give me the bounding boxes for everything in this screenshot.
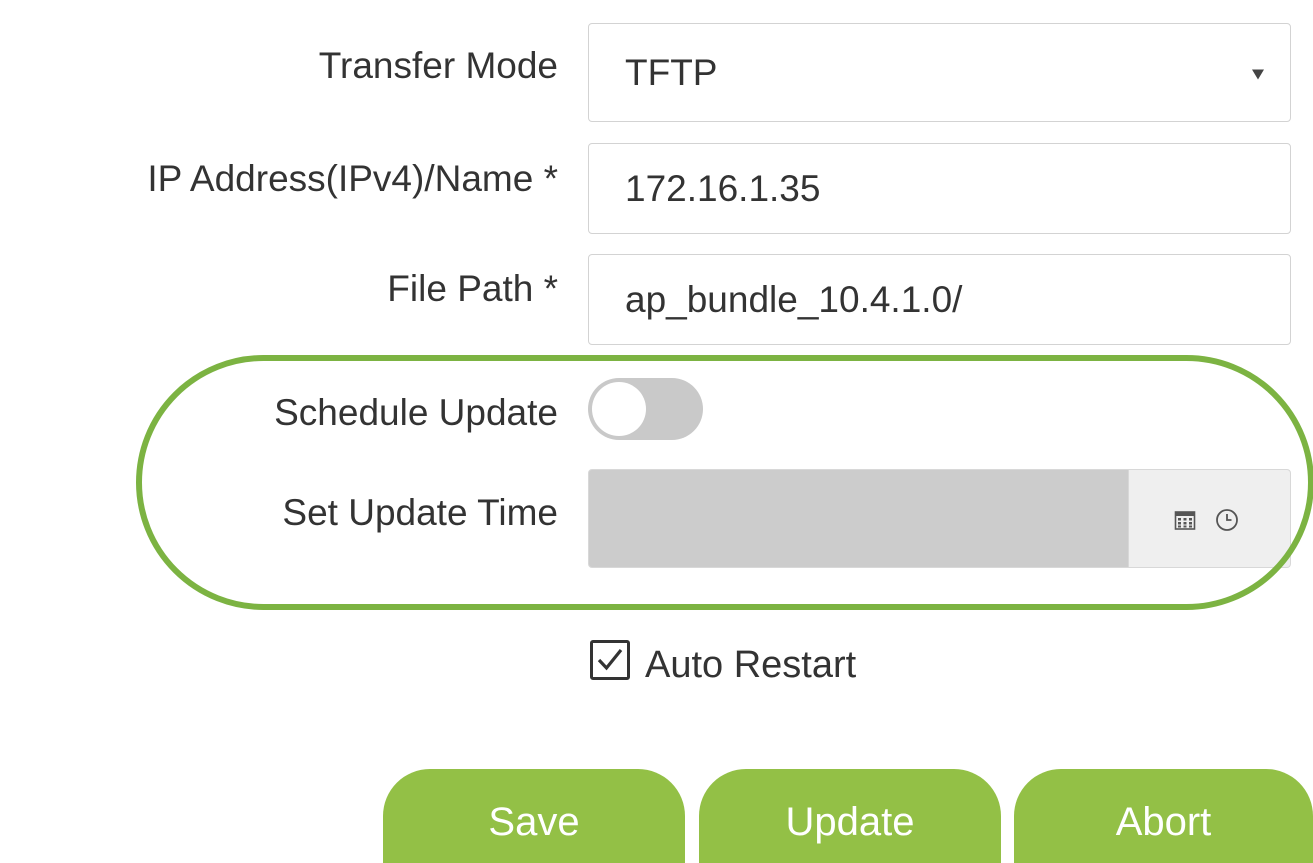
datetime-picker-addon[interactable] (1128, 470, 1290, 567)
save-button-label: Save (488, 799, 580, 844)
schedule-update-label: Schedule Update (274, 392, 558, 433)
upgrade-form: Transfer Mode TFTP IP Address(IPv4)/Name… (0, 0, 1313, 863)
check-icon (597, 648, 623, 671)
update-button-label: Update (785, 799, 915, 844)
clock-icon[interactable] (1215, 508, 1239, 532)
chevron-down-icon (1252, 69, 1264, 79)
update-button[interactable]: Update (699, 769, 1001, 863)
auto-restart-checkbox[interactable] (590, 640, 630, 680)
save-button[interactable]: Save (383, 769, 685, 863)
transfer-mode-label: Transfer Mode (318, 45, 558, 86)
transfer-mode-select[interactable]: TFTP (588, 23, 1291, 122)
auto-restart-label: Auto Restart (645, 644, 857, 686)
update-time-input[interactable] (588, 469, 1291, 568)
file-path-value: ap_bundle_10.4.1.0/ (625, 278, 963, 320)
toggle-knob (592, 382, 646, 436)
schedule-update-toggle[interactable] (588, 378, 703, 440)
set-update-time-label: Set Update Time (282, 492, 558, 533)
transfer-mode-value: TFTP (625, 51, 718, 93)
file-path-label: File Path * (387, 268, 558, 309)
abort-button[interactable]: Abort (1014, 769, 1313, 863)
ip-address-label: IP Address(IPv4)/Name * (147, 158, 558, 199)
ip-address-input[interactable]: 172.16.1.35 (588, 143, 1291, 234)
abort-button-label: Abort (1115, 799, 1212, 844)
file-path-input[interactable]: ap_bundle_10.4.1.0/ (588, 254, 1291, 345)
calendar-icon[interactable] (1174, 509, 1196, 531)
ip-address-value: 172.16.1.35 (625, 167, 821, 209)
